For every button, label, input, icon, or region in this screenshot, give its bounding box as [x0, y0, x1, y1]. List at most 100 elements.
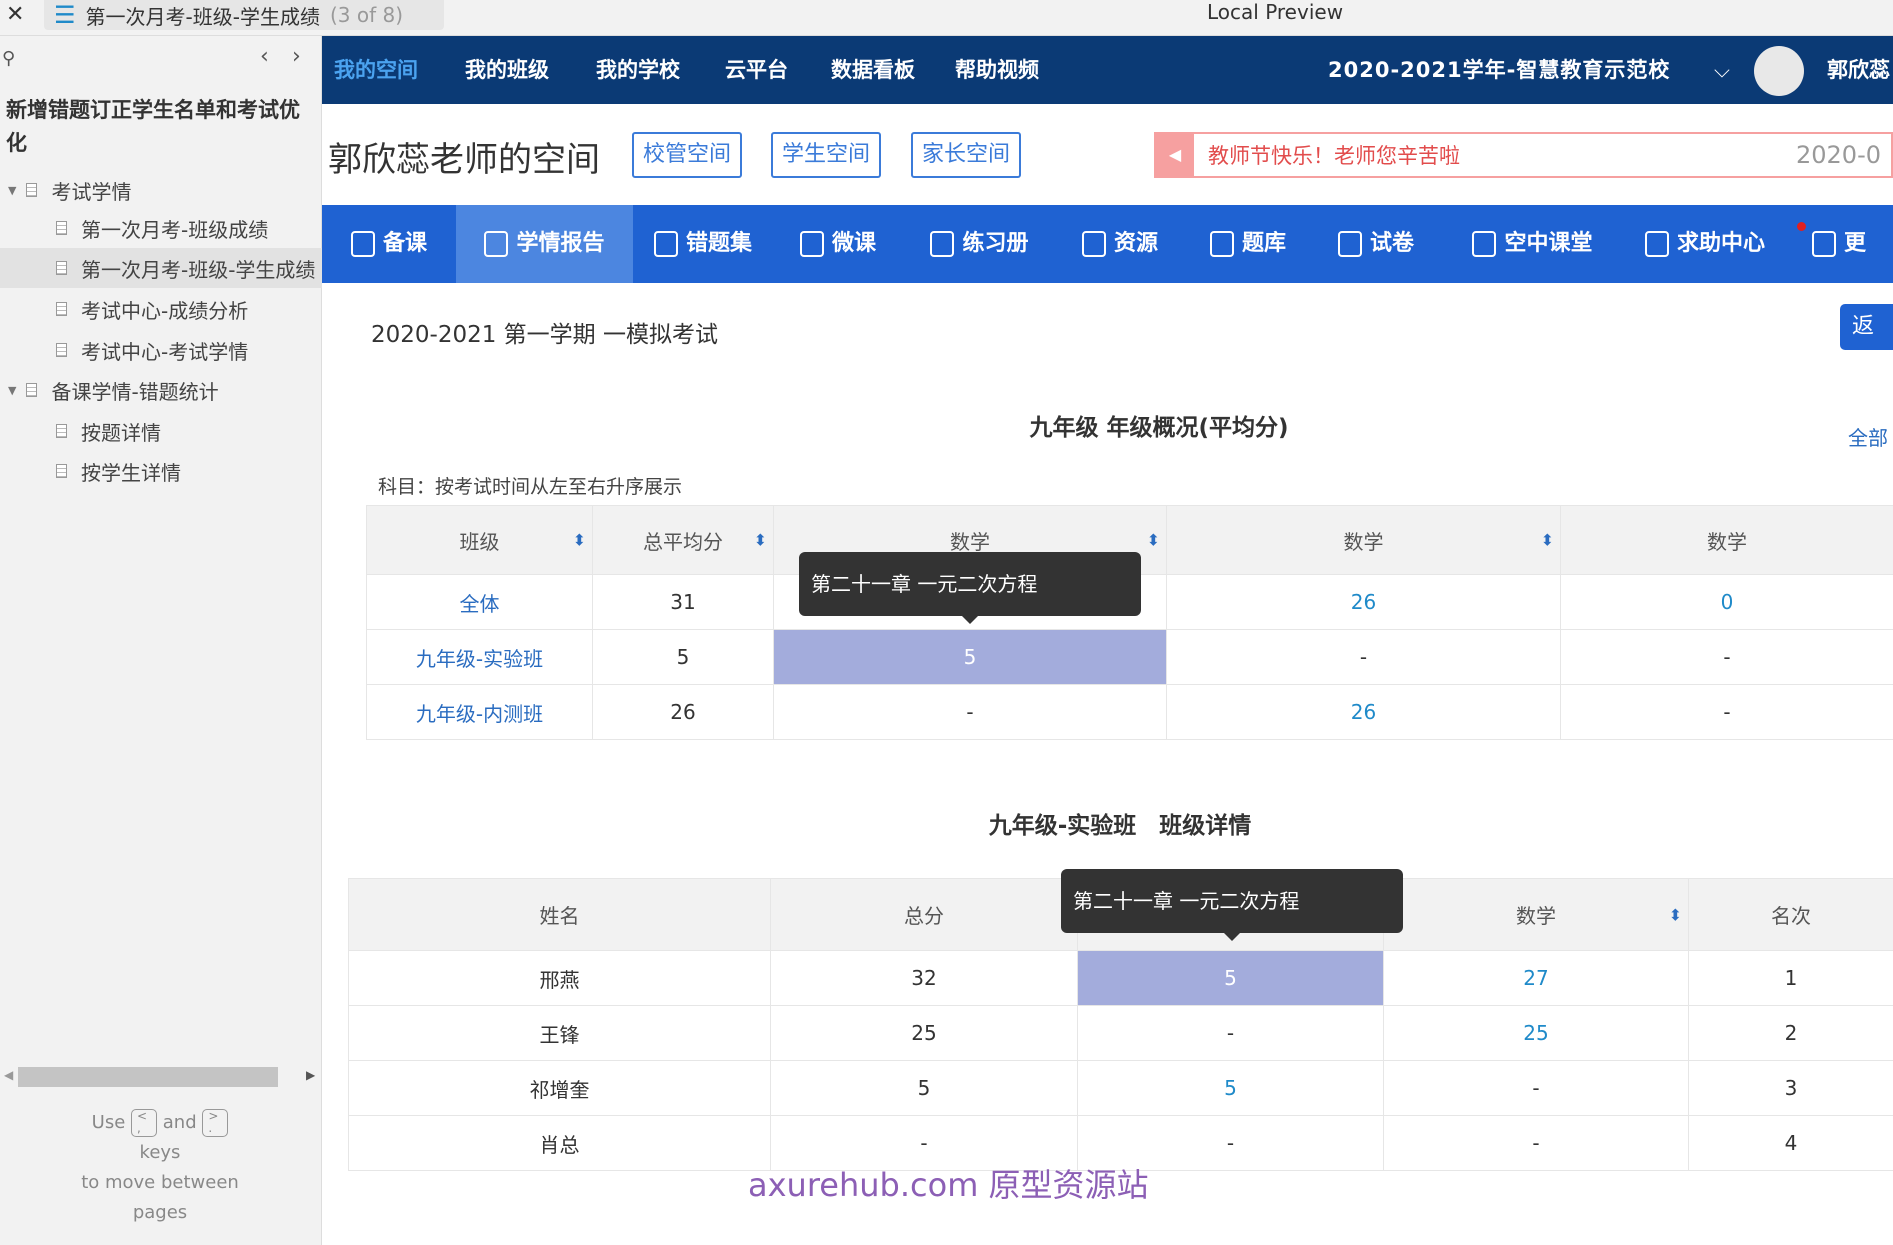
table-cell: 1 [1688, 950, 1893, 1006]
table-cell[interactable]: 九年级-实验班 [366, 629, 593, 685]
overview-title: 九年级 年级概况(平均分) [1029, 415, 1289, 441]
table-cell: 31 [592, 574, 774, 630]
window-title: Local Preview [1207, 0, 1344, 24]
menu-item[interactable]: 资源 [1056, 205, 1184, 283]
page-title: 郭欣蕊老师的空间 [328, 140, 600, 180]
menu-item[interactable]: 求助中心 [1625, 205, 1785, 283]
parent-space-button[interactable]: 家长空间 [911, 132, 1022, 178]
column-header[interactable]: 数学 ⬍ [1383, 878, 1689, 951]
tree-item[interactable]: 第一次月考-班级成绩 [0, 208, 322, 248]
tree-item-label: 按题详情 [81, 420, 161, 445]
menu-item[interactable]: 更 [1785, 205, 1893, 283]
table-cell[interactable]: 5 [1077, 1060, 1384, 1116]
nav-item[interactable]: 我的学校 [596, 36, 680, 104]
tree-item[interactable]: ▼ 备课学情-错题统计 [0, 370, 322, 410]
sort-icon[interactable]: ⬍ [1147, 531, 1160, 550]
expand-arrow-icon[interactable]: ▼ [8, 384, 16, 397]
student-space-button[interactable]: 学生空间 [771, 132, 882, 178]
hint-move: to move between [81, 1172, 239, 1193]
column-header[interactable]: 总平均分 ⬍ [592, 505, 774, 575]
menu-item[interactable]: 练习册 [903, 205, 1056, 283]
header-label: 数学 [1707, 529, 1747, 554]
header-label: 数学 [1516, 904, 1556, 928]
scroll-right-icon[interactable]: ▶ [306, 1068, 315, 1082]
tree-item[interactable]: 按题详情 [0, 411, 322, 451]
main-menu: 备课 学情报告 错题集 微课 练习册 资源 题库 试卷 空中课堂 求助中心 更 [322, 205, 1893, 283]
table-cell[interactable]: 27 [1383, 950, 1689, 1006]
menu-item[interactable]: 微课 [773, 205, 903, 283]
close-icon[interactable]: ✕ [6, 2, 24, 27]
book-icon [653, 231, 678, 257]
column-header[interactable]: 数学 ⬍ [1166, 505, 1561, 575]
table-cell[interactable]: 25 [1383, 1005, 1689, 1061]
keyboard-hint: Use <, and >. keys to move between pages [40, 1108, 280, 1228]
chevron-down-icon[interactable]: ⌵ [1714, 36, 1730, 104]
table-cell: 肖总 [348, 1115, 771, 1171]
school-space-button[interactable]: 校管空间 [632, 132, 743, 178]
page-icon [56, 424, 67, 438]
hint-pages: pages [132, 1202, 188, 1223]
table-cell: - [1560, 629, 1893, 685]
horizontal-scrollbar[interactable] [18, 1067, 278, 1087]
table-cell: 5 [1077, 950, 1384, 1006]
expand-arrow-icon[interactable]: ▼ [8, 184, 16, 197]
chapter-tooltip-detail: 第二十一章 一元二次方程 [1061, 869, 1403, 941]
menu-item[interactable]: 错题集 [633, 205, 773, 283]
header-label: 班级 [459, 529, 500, 554]
sort-icon[interactable]: ⬍ [573, 531, 586, 550]
table-cell: - [1166, 629, 1561, 685]
nav-item[interactable]: 我的班级 [465, 36, 549, 104]
user-name[interactable]: 郭欣蕊 [1827, 36, 1890, 104]
menu-item-label: 更 [1843, 231, 1866, 256]
next-page-icon[interactable]: › [292, 44, 301, 69]
table-row: 王锋 25-25 2 [348, 1005, 1893, 1061]
menu-item[interactable]: 空中课堂 [1440, 205, 1625, 283]
table-cell[interactable]: 0 [1560, 574, 1893, 630]
exam-title: 2020-2021 第一学期 一模拟考试 [371, 322, 718, 348]
scroll-left-icon[interactable]: ◀ [4, 1068, 13, 1082]
search-icon[interactable]: ⚲ [2, 48, 15, 69]
tree-item[interactable]: 考试中心-考试学情 [0, 330, 322, 370]
page-tab[interactable]: ☰ 第一次月考-班级-学生成绩 (3 of 8) [44, 0, 444, 30]
notification-dot [1797, 222, 1806, 231]
school-selector[interactable]: 2020-2021学年-智慧教育示范校 [1328, 36, 1670, 104]
tree-item[interactable]: 第一次月考-班级-学生成绩 [0, 248, 322, 288]
tab-count: (3 of 8) [329, 3, 403, 27]
tree-item[interactable]: 按学生详情 [0, 451, 322, 491]
nav-item[interactable]: 我的空间 [334, 36, 418, 104]
avatar[interactable] [1754, 46, 1804, 96]
column-header: 名次 [1688, 878, 1893, 951]
sort-icon[interactable]: ⬍ [1541, 531, 1554, 550]
menu-icon[interactable]: ☰ [54, 1, 76, 29]
table-cell[interactable]: 全体 [366, 574, 593, 630]
menu-item[interactable]: 题库 [1184, 205, 1312, 283]
tree-item[interactable]: 考试中心-成绩分析 [0, 289, 322, 329]
top-nav: 我的空间 我的班级 我的学校 云平台 数据看板 帮助视频 2020-2021学年-智慧教育… [322, 36, 1893, 104]
table-cell: 32 [770, 950, 1078, 1006]
menu-item[interactable]: 学情报告 [456, 205, 633, 283]
nav-item[interactable]: 帮助视频 [955, 36, 1039, 104]
menu-item[interactable]: 试卷 [1312, 205, 1440, 283]
column-header[interactable]: 班级 ⬍ [366, 505, 593, 575]
all-link[interactable]: 全部 [1848, 422, 1888, 451]
back-button[interactable]: 返 [1840, 304, 1893, 350]
column-header: 总分 [770, 878, 1078, 951]
prev-page-icon[interactable]: ‹ [260, 44, 269, 69]
table-cell: - [1560, 684, 1893, 740]
nav-item[interactable]: 数据看板 [831, 36, 915, 104]
notice-date: 2020-0 [1796, 141, 1882, 169]
menu-item-label: 试卷 [1369, 231, 1414, 256]
tree-item[interactable]: ▼ 考试学情 [0, 170, 322, 210]
table-cell[interactable]: 26 [1166, 574, 1561, 630]
sort-icon[interactable]: ⬍ [1669, 905, 1682, 924]
nav-item[interactable]: 云平台 [725, 36, 788, 104]
table-cell[interactable]: 九年级-内测班 [366, 684, 593, 740]
page-icon [26, 183, 38, 197]
table-cell[interactable]: 26 [1166, 684, 1561, 740]
project-title: 新增错题订正学生名单和考试优化 [6, 98, 300, 155]
menu-item[interactable]: 备课 [322, 205, 456, 283]
notice-text[interactable]: 教师节快乐！老师您辛苦啦 [1208, 140, 1460, 170]
table-cell: 祁增奎 [348, 1060, 771, 1116]
sort-icon[interactable]: ⬍ [754, 531, 767, 550]
list-icon [1811, 231, 1836, 257]
